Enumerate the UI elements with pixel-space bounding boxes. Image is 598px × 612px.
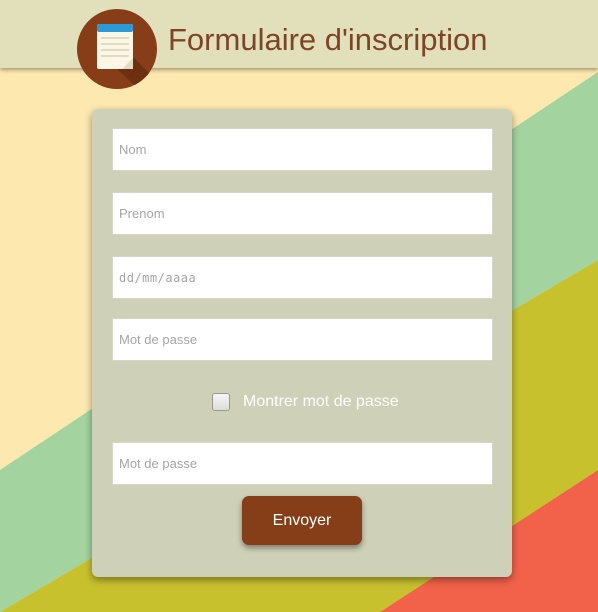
nom-input[interactable] <box>112 128 493 171</box>
registration-form: Montrer mot de passe Envoyer <box>92 109 512 577</box>
show-password-label: Montrer mot de passe <box>243 393 399 410</box>
password-input[interactable] <box>112 318 493 361</box>
prenom-input[interactable] <box>112 192 493 235</box>
submit-button[interactable]: Envoyer <box>242 496 362 545</box>
page-title: Formulaire d'inscription <box>168 22 488 57</box>
confirm-password-input[interactable] <box>112 442 493 485</box>
show-password-checkbox[interactable] <box>212 393 230 411</box>
show-password-row: Montrer mot de passe <box>212 390 399 414</box>
birthdate-input[interactable] <box>112 256 493 299</box>
notepad-icon <box>77 9 157 89</box>
